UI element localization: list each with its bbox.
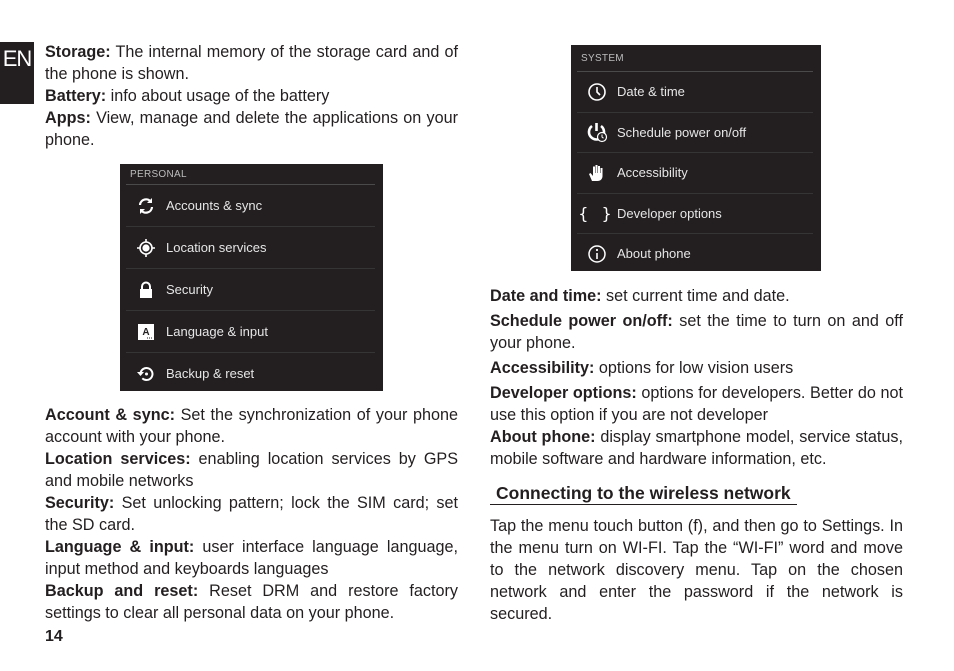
item-label: Date & time — [617, 84, 685, 100]
wireless-body: Tap the menu touch button (f), and then … — [490, 517, 903, 623]
item-label: Schedule power on/off — [617, 124, 747, 140]
section-heading: Connecting to the wireless network — [490, 482, 797, 505]
term: Storage: — [45, 43, 111, 61]
security-desc: Security: Set unlocking pattern; lock th… — [45, 492, 458, 536]
braces-icon: { } — [578, 203, 616, 223]
settings-item-language: A Language & input — [126, 311, 375, 353]
term: Battery: — [45, 87, 107, 105]
term: Apps: — [45, 109, 91, 127]
wireless-section: Tap the menu touch button (f), and then … — [490, 515, 903, 625]
settings-item-developer: { } Developer options — [577, 194, 813, 234]
settings-item-accounts-sync: Accounts & sync — [126, 185, 375, 227]
desc: info about usage of the battery — [106, 87, 330, 105]
intro-section: Storage: The internal memory of the stor… — [45, 41, 458, 151]
date-time-desc: Date and time: set current time and date… — [490, 285, 903, 307]
info-icon — [577, 244, 617, 264]
term: Account & sync: — [45, 406, 175, 424]
section-header: PERSONAL — [130, 169, 187, 180]
battery-desc: Battery: info about usage of the battery — [45, 85, 458, 107]
settings-item-backup: Backup & reset — [126, 353, 375, 394]
backup-desc: Backup and reset: Reset DRM and restore … — [45, 580, 458, 624]
term: About phone: — [490, 428, 596, 446]
item-label: Location services — [166, 240, 267, 255]
accessibility-desc: Accessibility: options for low vision us… — [490, 357, 903, 379]
hand-icon — [577, 163, 617, 183]
apps-desc: Apps: View, manage and delete the applic… — [45, 107, 458, 151]
clock-icon — [577, 82, 617, 102]
desc: View, manage and delete the applications… — [45, 109, 458, 149]
system-settings-screenshot: SYSTEM Date & time Schedule power on/off… — [571, 45, 821, 271]
term: Backup and reset: — [45, 582, 199, 600]
settings-item-location: Location services — [126, 227, 375, 269]
backup-icon — [126, 364, 166, 384]
item-label: Backup & reset — [166, 366, 255, 381]
language-icon: A — [126, 323, 166, 341]
desc: set current time and date. — [601, 287, 790, 305]
schedule-power-desc: Schedule power on/off: set the time to t… — [490, 310, 903, 354]
item-label: Language & input — [166, 324, 268, 339]
section-header: SYSTEM — [581, 53, 624, 64]
settings-item-about: About phone — [577, 234, 813, 274]
page-number: 14 — [45, 628, 63, 645]
term: Schedule power on/off: — [490, 312, 673, 330]
item-label: Accounts & sync — [166, 198, 263, 213]
settings-item-accessibility: Accessibility — [577, 153, 813, 194]
settings-item-date-time: Date & time — [577, 72, 813, 113]
personal-desc-section: Account & sync: Set the synchronization … — [45, 404, 458, 624]
term: Developer options: — [490, 384, 637, 402]
developer-desc: Developer options: options for developer… — [490, 382, 903, 426]
item-label: Developer options — [617, 205, 722, 221]
personal-settings-screenshot: PERSONAL Accounts & sync Location servic… — [120, 164, 383, 391]
item-label: Security — [166, 282, 213, 297]
lock-icon — [126, 281, 166, 299]
language-desc: Language & input: user interface languag… — [45, 536, 458, 580]
term: Location services: — [45, 450, 191, 468]
storage-desc: Storage: The internal memory of the stor… — [45, 41, 458, 85]
item-label: About phone — [617, 246, 691, 262]
term: Language & input: — [45, 538, 195, 556]
accounts-sync-desc: Account & sync: Set the synchronization … — [45, 404, 458, 448]
term: Accessibility: — [490, 359, 595, 377]
term: Date and time: — [490, 287, 602, 305]
language-tab: EN — [0, 42, 34, 104]
power-schedule-icon — [577, 121, 617, 143]
term: Security: — [45, 494, 115, 512]
settings-item-security: Security — [126, 269, 375, 311]
desc: options for low vision users — [594, 359, 794, 377]
about-phone-desc: About phone: display smartphone model, s… — [490, 426, 903, 470]
sync-icon — [126, 196, 166, 216]
location-desc: Location services: enabling location ser… — [45, 448, 458, 492]
location-icon — [126, 238, 166, 258]
svg-text:A: A — [142, 327, 149, 338]
settings-item-schedule-power: Schedule power on/off — [577, 113, 813, 153]
system-desc-section: Date and time: set current time and date… — [490, 285, 903, 470]
item-label: Accessibility — [617, 165, 688, 181]
